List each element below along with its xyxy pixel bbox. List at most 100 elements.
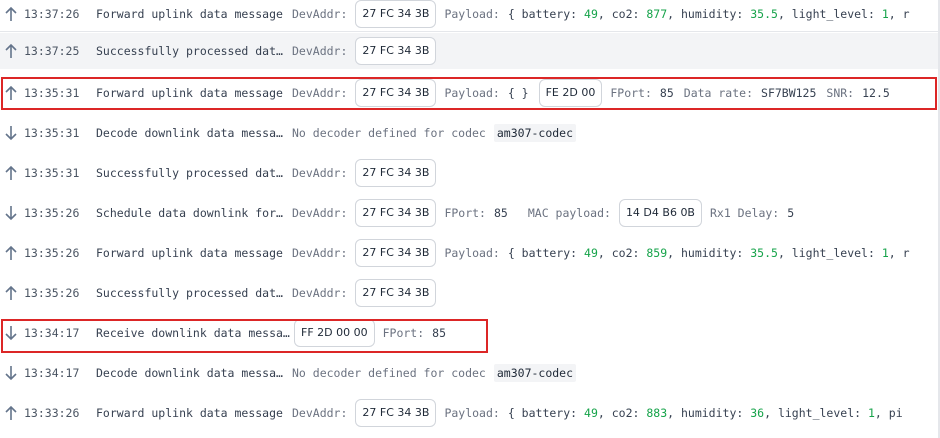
humidity-value: 36 bbox=[750, 406, 765, 420]
co2-value: 877 bbox=[646, 6, 668, 21]
payload-open: { battery: bbox=[507, 406, 578, 420]
battery-value: 49 bbox=[584, 406, 598, 420]
light-label: , light_level: bbox=[777, 6, 875, 21]
log-time: 13:37:26 bbox=[24, 6, 80, 21]
battery-value: 49 bbox=[584, 246, 598, 260]
devaddr-label: DevAddr: bbox=[292, 166, 348, 180]
log-message: Forward uplink data message bbox=[96, 406, 283, 420]
arrow-down-icon bbox=[4, 324, 18, 342]
log-time: 13:35:26 bbox=[24, 286, 80, 300]
payload-label: Payload: bbox=[444, 406, 500, 420]
arrow-down-icon bbox=[4, 364, 18, 382]
fport-label: FPort: bbox=[382, 326, 425, 340]
codec-name: am307-codec bbox=[493, 364, 577, 382]
devaddr-label: DevAddr: bbox=[292, 86, 348, 100]
devaddr-label: DevAddr: bbox=[292, 286, 348, 300]
payload-label: Payload: bbox=[444, 246, 500, 260]
log-row[interactable]: 13:35:31 Decode downlink data messa… No … bbox=[0, 115, 940, 151]
co2-value: 859 bbox=[646, 246, 668, 260]
payload-tail: , pi bbox=[874, 406, 903, 420]
log-message: Successfully processed dat… bbox=[96, 286, 283, 300]
devaddr-label: DevAddr: bbox=[292, 44, 348, 58]
log-time: 13:34:17 bbox=[24, 366, 80, 380]
light-label: , light_level: bbox=[764, 406, 862, 420]
co2-value: 883 bbox=[646, 406, 668, 420]
rx1-delay-value: 5 bbox=[787, 206, 795, 220]
arrow-up-icon bbox=[4, 284, 18, 302]
light-value: 1 bbox=[881, 246, 889, 260]
snr-label: SNR: bbox=[826, 86, 855, 100]
arrow-up-icon bbox=[4, 244, 18, 262]
devaddr-tag[interactable]: 27 FC 34 3B bbox=[355, 0, 437, 28]
devaddr-tag[interactable]: 27 FC 34 3B bbox=[355, 199, 437, 227]
log-message: Successfully processed dat… bbox=[96, 166, 283, 180]
devaddr-label: DevAddr: bbox=[292, 406, 348, 420]
log-message: Decode downlink data messa… bbox=[96, 366, 283, 380]
arrow-down-icon bbox=[4, 204, 18, 222]
log-row[interactable]: 13:35:31 Successfully processed dat… Dev… bbox=[0, 155, 940, 191]
arrow-up-icon bbox=[4, 84, 18, 102]
mac-payload-tag[interactable]: 14 D4 B6 0B bbox=[618, 199, 702, 227]
arrow-up-icon bbox=[4, 5, 18, 23]
fport-value: 85 bbox=[432, 326, 447, 340]
frm-payload-tag[interactable]: FE 2D 00 bbox=[538, 79, 603, 107]
humidity-value: 35.5 bbox=[750, 246, 778, 260]
payload-open: { battery: bbox=[507, 246, 578, 260]
log-time: 13:37:25 bbox=[24, 44, 80, 58]
log-row[interactable]: 13:34:17 Receive downlink data messa… FF… bbox=[0, 315, 940, 351]
arrow-up-icon bbox=[4, 42, 18, 60]
co2-label: , co2: bbox=[597, 6, 640, 21]
payload-tail: , r bbox=[888, 6, 910, 21]
payload-tail: , r bbox=[888, 246, 910, 260]
no-decoder-text: No decoder defined for codec bbox=[292, 126, 486, 140]
devaddr-label: DevAddr: bbox=[292, 6, 348, 21]
payload-label: Payload: bbox=[444, 86, 500, 100]
log-row[interactable]: 13:35:26 Forward uplink data message Dev… bbox=[0, 235, 940, 271]
log-message: Forward uplink data message bbox=[96, 246, 283, 260]
devaddr-label: DevAddr: bbox=[292, 246, 348, 260]
log-time: 13:35:31 bbox=[24, 126, 80, 140]
payload-open: { battery: bbox=[507, 6, 578, 21]
log-time: 13:35:31 bbox=[24, 86, 80, 100]
light-label: , light_level: bbox=[777, 246, 875, 260]
devaddr-tag[interactable]: 27 FC 34 3B bbox=[355, 399, 437, 427]
log-row[interactable]: 13:35:26 Successfully processed dat… Dev… bbox=[0, 275, 940, 311]
log-message: Decode downlink data messa… bbox=[96, 126, 283, 140]
devaddr-tag[interactable]: 27 FC 34 3B bbox=[355, 37, 437, 65]
fport-value: 85 bbox=[659, 86, 674, 100]
devaddr-tag[interactable]: 27 FC 34 3B bbox=[355, 159, 437, 187]
log-time: 13:34:17 bbox=[24, 326, 80, 340]
frm-payload-tag[interactable]: FF 2D 00 00 bbox=[294, 319, 375, 347]
log-row[interactable]: 13:35:26 Schedule data downlink for… Dev… bbox=[0, 195, 940, 231]
devaddr-tag[interactable]: 27 FC 34 3B bbox=[355, 279, 437, 307]
light-value: 1 bbox=[867, 406, 875, 420]
payload-value: { } bbox=[507, 86, 529, 100]
log-row[interactable]: 13:37:26 Forward uplink data message Dev… bbox=[0, 0, 940, 32]
light-value: 1 bbox=[881, 6, 889, 21]
rx1-delay-label: Rx1 Delay: bbox=[709, 206, 780, 220]
log-message: Receive downlink data messa… bbox=[96, 326, 290, 340]
log-message: Forward uplink data message bbox=[96, 86, 283, 100]
log-message: Successfully processed dat… bbox=[96, 44, 283, 58]
fport-value: 85 bbox=[493, 206, 508, 220]
log-time: 13:35:26 bbox=[24, 246, 80, 260]
log-row[interactable]: 13:34:17 Decode downlink data messa… No … bbox=[0, 355, 940, 391]
arrow-down-icon bbox=[4, 124, 18, 142]
devaddr-tag[interactable]: 27 FC 34 3B bbox=[355, 79, 437, 107]
humidity-value: 35.5 bbox=[750, 6, 778, 21]
humidity-label: , humidity: bbox=[667, 406, 744, 420]
log-row[interactable]: 13:37:25 Successfully processed dat… Dev… bbox=[0, 33, 940, 69]
humidity-label: , humidity: bbox=[667, 6, 744, 21]
humidity-label: , humidity: bbox=[667, 246, 744, 260]
data-rate-label: Data rate: bbox=[683, 86, 754, 100]
data-rate-value: SF7BW125 bbox=[761, 86, 817, 100]
battery-value: 49 bbox=[584, 6, 598, 21]
arrow-up-icon bbox=[4, 164, 18, 182]
log-time: 13:35:26 bbox=[24, 206, 80, 220]
devaddr-tag[interactable]: 27 FC 34 3B bbox=[355, 239, 437, 267]
log-row[interactable]: 13:35:31 Forward uplink data message Dev… bbox=[0, 75, 940, 111]
log-row[interactable]: 13:33:26 Forward uplink data message Dev… bbox=[0, 395, 940, 431]
no-decoder-text: No decoder defined for codec bbox=[292, 366, 486, 380]
log-message: Forward uplink data message bbox=[96, 6, 283, 21]
mac-payload-label: MAC payload: bbox=[527, 206, 611, 220]
